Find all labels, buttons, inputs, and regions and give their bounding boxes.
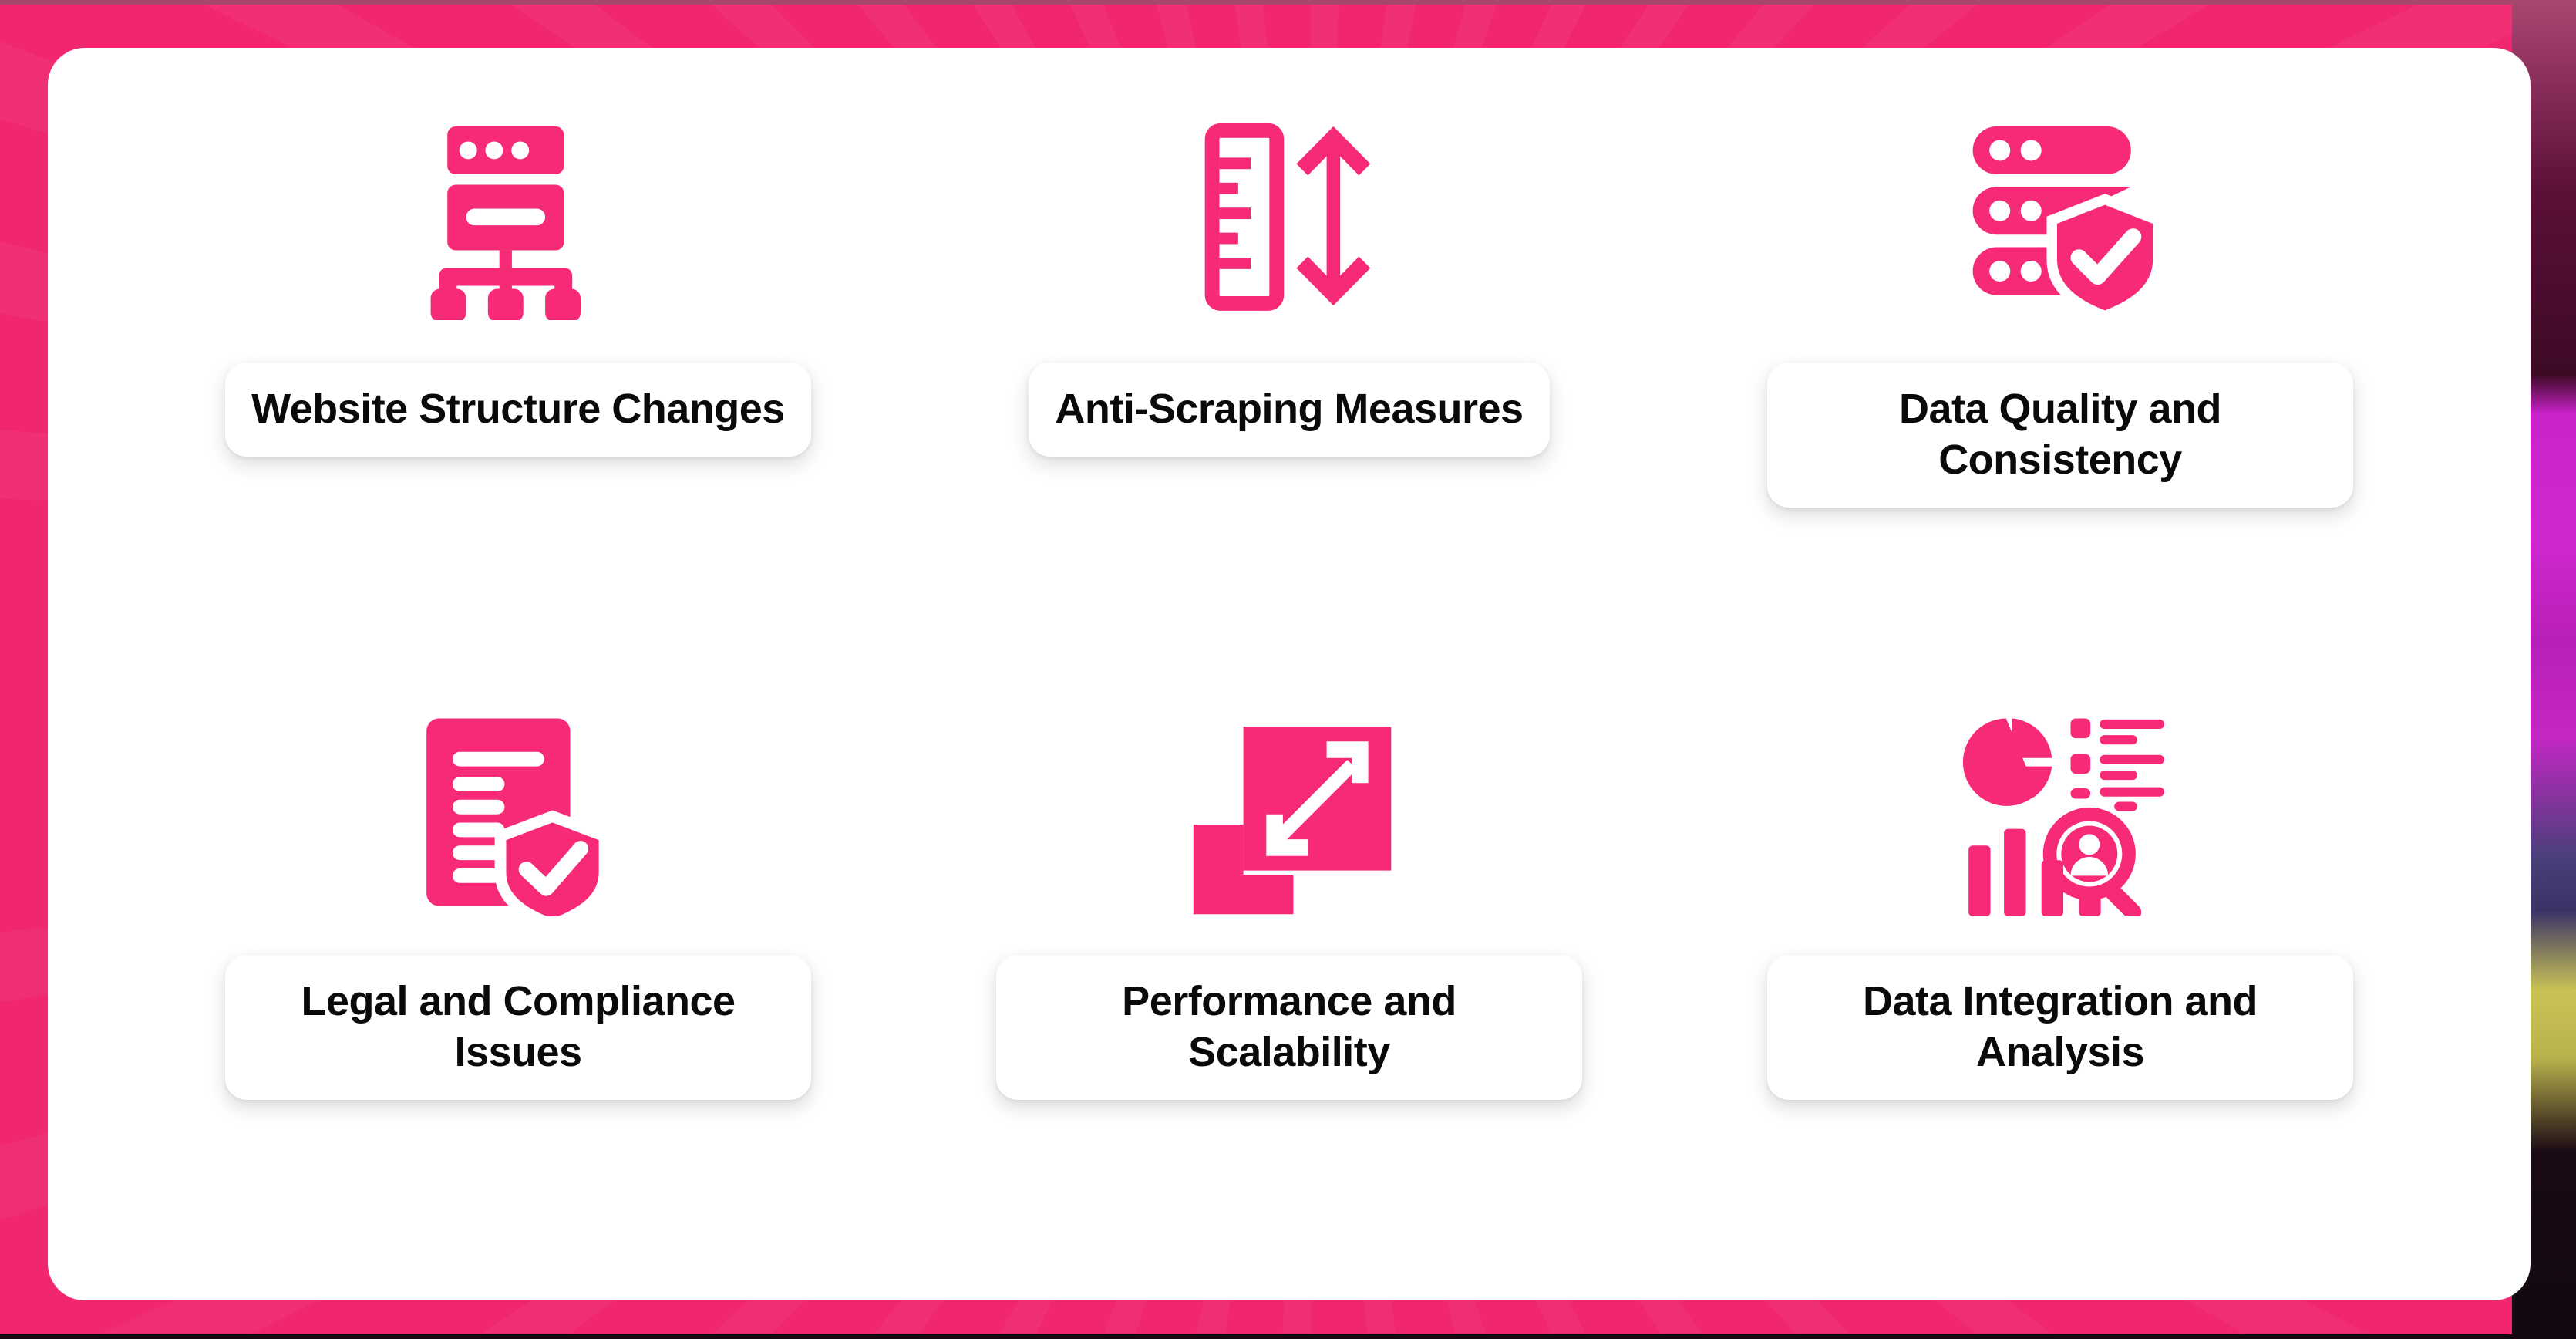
feature-label-card[interactable]: Website Structure Changes — [225, 363, 811, 457]
feature-label-card[interactable]: Performance and Scalability — [996, 955, 1582, 1100]
expand-scale-arrows-icon — [1193, 727, 1392, 915]
feature-label: Data Integration and Analysis — [1862, 978, 2258, 1075]
feature-grid: Website Structure Changes Anti-Scraping … — [48, 48, 2531, 1300]
icon-container — [1185, 670, 1393, 955]
grid-item-performance-and-scalability[interactable]: Performance and Scalability — [904, 670, 1675, 1270]
feature-label: Performance and Scalability — [1122, 978, 1456, 1075]
content-card: Website Structure Changes Anti-Scraping … — [48, 48, 2531, 1300]
feature-label-card[interactable]: Anti-Scraping Measures — [1029, 363, 1550, 457]
grid-item-anti-scraping-measures[interactable]: Anti-Scraping Measures — [904, 69, 1675, 670]
feature-label: Data Quality and Consistency — [1898, 386, 2222, 483]
slide-root: Website Structure Changes Anti-Scraping … — [0, 0, 2576, 1339]
feature-label-card[interactable]: Data Quality and Consistency — [1767, 363, 2353, 508]
icon-container — [1956, 670, 2164, 955]
feature-label-card[interactable]: Data Integration and Analysis — [1767, 955, 2353, 1100]
icon-container — [1185, 69, 1393, 363]
feature-label: Anti-Scraping Measures — [1055, 386, 1524, 432]
feature-label-card[interactable]: Legal and Compliance Issues — [225, 955, 811, 1100]
icon-container — [1956, 69, 2164, 363]
ruler-vertical-arrow-icon — [1204, 123, 1371, 311]
document-shield-check-icon — [426, 718, 611, 916]
icon-container — [414, 69, 622, 363]
analytics-chart-magnifier-person-icon — [1962, 718, 2164, 916]
sitemap-website-structure-icon — [430, 126, 581, 320]
feature-label: Legal and Compliance Issues — [301, 978, 736, 1075]
grid-item-data-quality-and-consistency[interactable]: Data Quality and Consistency — [1675, 69, 2446, 670]
grid-item-data-integration-and-analysis[interactable]: Data Integration and Analysis — [1675, 670, 2446, 1270]
feature-label: Website Structure Changes — [251, 386, 785, 432]
database-shield-check-icon — [1972, 126, 2164, 320]
icon-container — [414, 670, 622, 955]
grid-item-website-structure-changes[interactable]: Website Structure Changes — [133, 69, 904, 670]
grid-item-legal-and-compliance-issues[interactable]: Legal and Compliance Issues — [133, 670, 904, 1270]
